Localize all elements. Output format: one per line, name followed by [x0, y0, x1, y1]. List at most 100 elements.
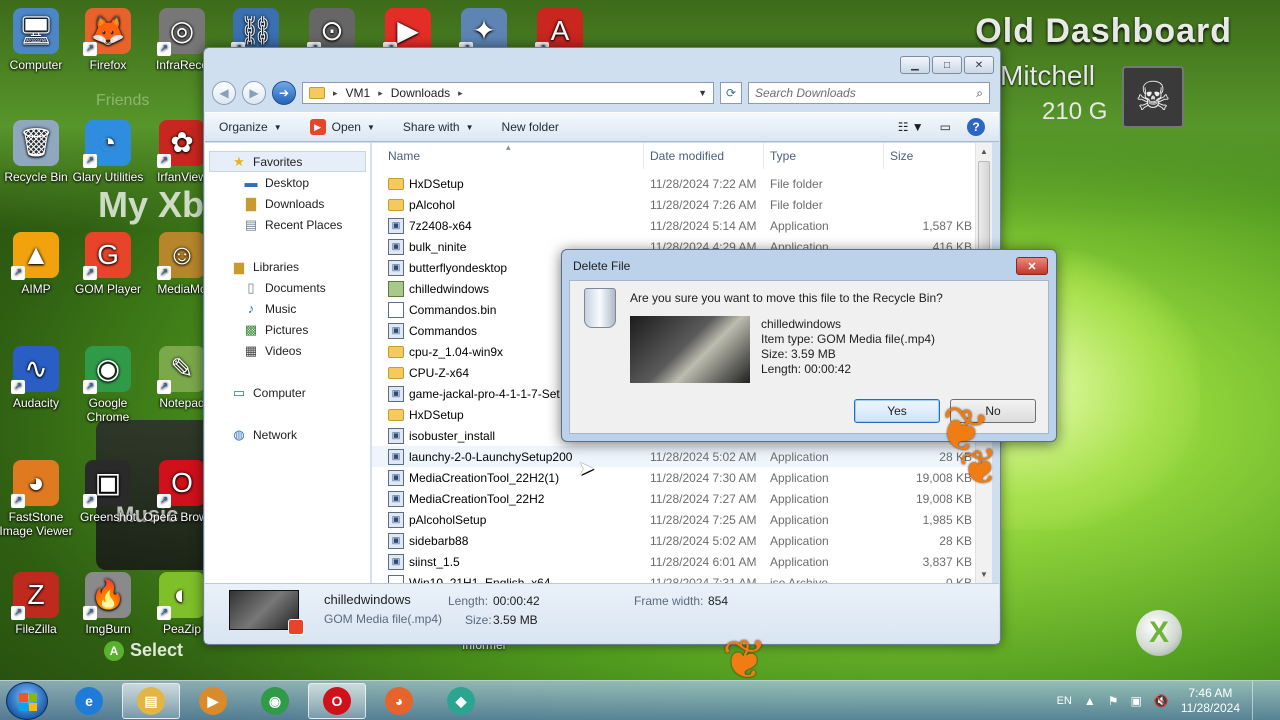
network-status-icon[interactable]: ▣: [1131, 694, 1142, 708]
file-row[interactable]: ▣ MediaCreationTool_22H2(1) 11/28/2024 7:3…: [372, 467, 974, 488]
taskbar-app-button[interactable]: e: [60, 683, 118, 719]
desktop-shortcut[interactable]: 🖥 Computer: [0, 8, 76, 72]
start-button[interactable]: [6, 682, 48, 720]
desktop-shortcut-label: Computer: [9, 58, 63, 72]
taskbar-app-button[interactable]: ◉: [246, 683, 304, 719]
open-menu[interactable]: ▶ Open ▼: [309, 119, 375, 135]
view-options-icon[interactable]: ☷ ▼: [898, 120, 924, 134]
breadcrumb-downloads[interactable]: Downloads: [391, 86, 450, 100]
yes-button[interactable]: Yes: [854, 399, 940, 423]
back-button[interactable]: ◀: [212, 81, 236, 105]
file-row[interactable]: ▣ launchy-2-0-LaunchySetup200 11/28/2024 5…: [372, 446, 974, 467]
search-input[interactable]: Search Downloads ⌕: [748, 82, 990, 104]
desktop-shortcut[interactable]: ◉Google Chrome: [68, 346, 148, 424]
nav-favorites[interactable]: ★ Favorites: [209, 151, 366, 172]
preview-pane-icon[interactable]: ▭: [940, 120, 951, 134]
minimize-button[interactable]: ▁: [900, 56, 930, 74]
column-name[interactable]: Name: [372, 143, 644, 169]
desktop-shortcut[interactable]: G GOM Player: [68, 232, 148, 296]
desktop-shortcut[interactable]: ◔ Glary Utilities: [68, 120, 148, 184]
file-type-cell: Application: [770, 554, 829, 569]
maximize-button[interactable]: □: [932, 56, 962, 74]
taskbar-app-button[interactable]: ▤: [122, 683, 180, 719]
volume-muted-icon[interactable]: 🔇: [1154, 694, 1169, 708]
scroll-down-icon[interactable]: ▼: [976, 566, 992, 583]
scroll-up-icon[interactable]: ▲: [976, 143, 992, 160]
file-row[interactable]: HxDSetup 11/28/2024 7:22 AM File folder: [372, 173, 974, 194]
nav-pictures[interactable]: ▩ Pictures: [205, 319, 370, 340]
details-frame-width-value[interactable]: 854: [708, 594, 728, 608]
a-button-icon: A: [104, 640, 124, 661]
taskbar-app-button[interactable]: ◆: [432, 683, 490, 719]
taskbar-app-button[interactable]: O: [308, 683, 366, 719]
file-row[interactable]: pAlcohol 11/28/2024 7:26 AM File folder: [372, 194, 974, 215]
file-date-cell: 11/28/2024 6:01 AM: [650, 554, 757, 569]
desktop-shortcut[interactable]: Z FileZilla: [0, 572, 76, 636]
file-row[interactable]: ▣ 7z2408-x64 11/28/2024 5:14 AM Application…: [372, 215, 974, 236]
gom-player-icon: ▶: [309, 119, 326, 135]
clock[interactable]: 7:46 AM 11/28/2024: [1181, 686, 1240, 716]
show-desktop-button[interactable]: [1252, 681, 1264, 720]
file-name: CPU-Z-x64: [409, 365, 470, 380]
nav-documents[interactable]: ▯ Documents: [205, 277, 370, 298]
column-size[interactable]: Size: [884, 143, 974, 169]
taskbar-app-button[interactable]: ◕: [370, 683, 428, 719]
application-icon: ▣: [388, 511, 404, 528]
file-name: 7z2408-x64: [409, 218, 472, 233]
downloads-folder-icon: ▇: [246, 195, 256, 211]
chevron-down-icon: ▼: [273, 122, 282, 132]
desktop-shortcut[interactable]: 🦊 Firefox: [68, 8, 148, 72]
refresh-icon[interactable]: ⟳: [720, 82, 742, 104]
address-bar[interactable]: ▸ VM1 ▸ Downloads ▸ ▼: [302, 82, 714, 104]
details-size-label: Size:: [465, 613, 492, 627]
nav-libraries[interactable]: ▆ Libraries: [205, 256, 370, 277]
action-center-flag-icon[interactable]: ⚑: [1108, 694, 1119, 708]
nav-downloads[interactable]: ▇ Downloads: [205, 193, 370, 214]
help-icon[interactable]: ?: [967, 118, 985, 136]
nav-desktop[interactable]: ▬ Desktop: [205, 172, 370, 193]
search-icon[interactable]: ⌕: [976, 86, 983, 101]
organize-menu[interactable]: Organize ▼: [219, 120, 282, 134]
file-size-cell: 1,985 KB: [922, 512, 972, 527]
desktop-shortcut[interactable]: ▣ Greenshot: [68, 460, 148, 524]
nav-recent-places[interactable]: ▤ Recent Places: [205, 214, 370, 235]
desktop-shortcut[interactable]: ▲ AIMP: [0, 232, 76, 296]
language-indicator[interactable]: EN: [1057, 695, 1072, 707]
nav-music[interactable]: ♪ Music: [205, 298, 370, 319]
nav-label: Music: [265, 301, 297, 316]
up-button[interactable]: ➔: [272, 81, 296, 105]
file-row[interactable]: ▣ pAlcoholSetup 11/28/2024 7:25 AM Applicat…: [372, 509, 974, 530]
column-type[interactable]: Type: [764, 143, 884, 169]
documents-icon: ▯: [247, 279, 255, 295]
nav-label: Pictures: [265, 322, 309, 337]
nav-computer[interactable]: ▭ Computer: [205, 382, 370, 403]
file-row[interactable]: ▣ sidebarb88 11/28/2024 5:02 AM Application…: [372, 530, 974, 551]
column-date-modified[interactable]: Date modified: [644, 143, 764, 169]
breadcrumb-vm1[interactable]: VM1: [346, 86, 371, 100]
file-name-cell: ▣ pAlcoholSetup: [372, 511, 644, 528]
chevron-down-icon[interactable]: ▼: [698, 88, 707, 98]
desktop-shortcut-label: Glary Utilities: [72, 170, 144, 184]
desktop-shortcut[interactable]: ◕FastStone Image Viewer: [0, 460, 76, 538]
file-row[interactable]: ▣ siinst_1.5 11/28/2024 6:01 AM Application…: [372, 551, 974, 572]
nav-label: Documents: [265, 280, 326, 295]
nav-videos[interactable]: ▦ Videos: [205, 340, 370, 361]
share-label: Share with: [402, 120, 460, 134]
close-button[interactable]: ✕: [964, 56, 994, 74]
desktop-shortcut[interactable]: ∿ Audacity: [0, 346, 76, 410]
file-row[interactable]: ▣ MediaCreationTool_22H2 11/28/2024 7:27 A…: [372, 488, 974, 509]
dialog-video-thumbnail: [630, 316, 750, 383]
details-length-value[interactable]: 00:00:42: [493, 594, 540, 608]
nav-network[interactable]: ◍ Network: [205, 424, 370, 445]
forward-button[interactable]: ▶: [242, 81, 266, 105]
taskbar-app-button[interactable]: ▶: [184, 683, 242, 719]
share-with-menu[interactable]: Share with ▼: [403, 120, 474, 134]
file-name: isobuster_install: [409, 428, 496, 443]
gamertag: Mitchell: [1000, 60, 1095, 91]
show-hidden-icons-icon[interactable]: ▲: [1084, 694, 1096, 708]
desktop-shortcut[interactable]: 🗑 Recycle Bin: [0, 120, 76, 184]
file-row[interactable]: Win10_21H1_English_x64 11/28/2024 7:31 AM…: [372, 572, 974, 583]
desktop-shortcut[interactable]: 🔥 ImgBurn: [68, 572, 148, 636]
new-folder-button[interactable]: New folder: [502, 120, 559, 134]
dialog-close-button[interactable]: ✕: [1016, 257, 1048, 275]
